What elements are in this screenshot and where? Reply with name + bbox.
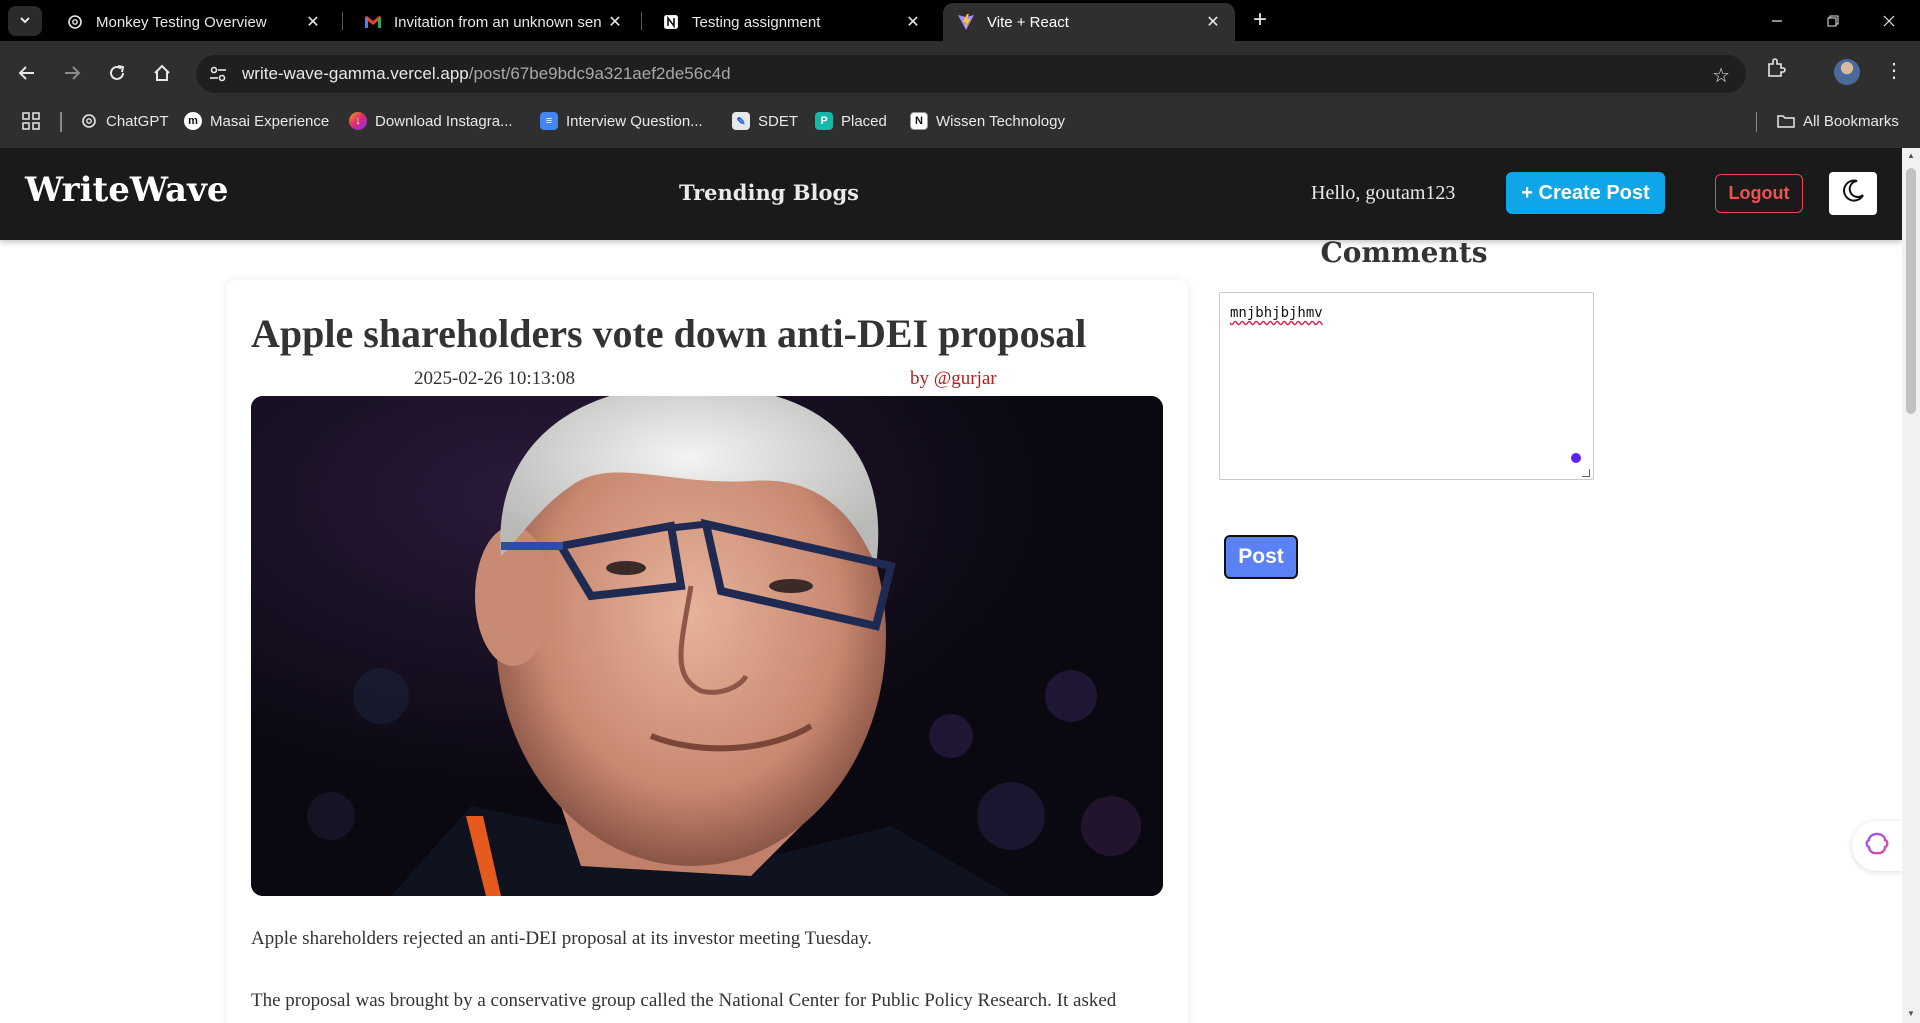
browser-toolbar: write-wave-gamma.vercel.app/post/67be9bd… [0, 41, 1920, 148]
post-paragraph: Apple shareholders rejected an anti-DEI … [251, 928, 872, 949]
post-date: 2025-02-26 10:13:08 [414, 368, 575, 389]
bookmark-placed[interactable]: P Placed [815, 110, 887, 132]
bookmarks-bar: ChatGPT m Masai Experience ↓ Download In… [0, 100, 1920, 140]
comments-title: Comments [1320, 236, 1488, 269]
bookmark-label: Wissen Technology [936, 112, 1065, 130]
close-icon[interactable]: ✕ [1203, 12, 1223, 32]
bookmark-label: All Bookmarks [1803, 112, 1899, 130]
home-icon [154, 64, 170, 81]
resize-handle[interactable] [1582, 469, 1590, 477]
bookmark-interview-questions[interactable]: ≡ Interview Question... [540, 110, 703, 132]
page-scrollbar[interactable]: ▲ ▼ [1902, 148, 1920, 1023]
arrow-right-icon [65, 66, 81, 80]
arrow-left-icon [18, 66, 34, 80]
new-tab-button[interactable]: + [1245, 6, 1275, 36]
tab-testing-assignment[interactable]: Testing assignment ✕ [648, 3, 935, 41]
url-path: /post/67be9bdc9a321aef2de56c4d [468, 64, 731, 83]
url-text[interactable]: write-wave-gamma.vercel.app/post/67be9bd… [242, 64, 731, 84]
forward-button[interactable] [55, 56, 89, 90]
post-author[interactable]: by @gurjar [910, 368, 997, 390]
notepad-icon: ✎ [732, 112, 750, 130]
web-page: WriteWave Trending Blogs Hello, goutam12… [0, 148, 1902, 1023]
reload-button[interactable] [100, 56, 134, 90]
placed-icon: P [815, 112, 833, 130]
brain-icon [1864, 831, 1890, 862]
post-card: Apple shareholders vote down anti-DEI pr… [226, 280, 1188, 1023]
notion-icon [662, 13, 680, 31]
instagram-icon: ↓ [349, 112, 367, 130]
tab-monkey-testing[interactable]: Monkey Testing Overview ✕ [52, 3, 335, 41]
logout-button[interactable]: Logout [1715, 174, 1803, 213]
comment-text: mnjbhjbjhmv [1230, 305, 1323, 321]
post-comment-button[interactable]: Post [1224, 535, 1298, 579]
theme-toggle-button[interactable] [1829, 172, 1877, 215]
openai-icon [66, 13, 84, 31]
tab-separator [342, 12, 343, 30]
tab-gmail-invitation[interactable]: Invitation from an unknown sen ✕ [350, 3, 637, 41]
site-logo[interactable]: WriteWave [25, 170, 228, 210]
all-bookmarks-button[interactable]: All Bookmarks [1777, 110, 1899, 132]
apps-grid-icon[interactable] [22, 112, 40, 135]
bookmark-star-icon[interactable]: ☆ [1712, 63, 1730, 88]
user-greeting: Hello, goutam123 [1311, 182, 1456, 204]
create-post-button[interactable]: + Create Post [1506, 172, 1665, 214]
brain-extension-button[interactable] [1852, 821, 1902, 871]
site-navbar: WriteWave Trending Blogs Hello, goutam12… [0, 148, 1902, 240]
back-button[interactable] [10, 56, 44, 90]
bookmark-label: ChatGPT [106, 112, 169, 130]
bookmark-instagram[interactable]: ↓ Download Instagra... [349, 110, 513, 132]
post-image [251, 396, 1163, 896]
browser-tab-bar: Monkey Testing Overview ✕ Invitation fro… [0, 0, 1920, 41]
tab-title: Invitation from an unknown sen [394, 13, 602, 31]
comment-textarea[interactable]: mnjbhjbjhmv [1219, 292, 1594, 480]
close-icon[interactable]: ✕ [303, 12, 323, 32]
bookmark-separator [60, 112, 62, 132]
docs-icon: ≡ [540, 112, 558, 130]
close-icon[interactable]: ✕ [903, 12, 923, 32]
tab-search-button[interactable] [8, 6, 42, 36]
url-host: write-wave-gamma.vercel.app [242, 64, 469, 83]
bookmark-separator [1756, 112, 1757, 132]
close-window-button[interactable] [1861, 0, 1917, 41]
bookmark-label: Interview Question... [566, 112, 703, 130]
address-bar[interactable]: write-wave-gamma.vercel.app/post/67be9bd… [196, 55, 1746, 93]
bookmark-masai[interactable]: m Masai Experience [184, 110, 329, 132]
site-settings-icon[interactable] [208, 64, 228, 84]
home-button[interactable] [145, 56, 179, 90]
vite-icon [957, 13, 975, 31]
openai-icon [80, 112, 98, 130]
bookmark-label: Download Instagra... [375, 112, 513, 130]
scroll-down-icon[interactable]: ▼ [1906, 1010, 1916, 1018]
bookmark-label: Masai Experience [210, 112, 330, 130]
bookmark-chatgpt[interactable]: ChatGPT [80, 110, 169, 132]
grammar-assistant-icon[interactable] [1571, 453, 1581, 463]
trending-blogs-link[interactable]: Trending Blogs [679, 180, 859, 205]
tab-title: Monkey Testing Overview [96, 13, 267, 31]
scroll-up-icon[interactable]: ▲ [1906, 152, 1916, 160]
close-icon[interactable]: ✕ [605, 12, 625, 32]
bookmark-label: SDET [758, 112, 799, 130]
tab-vite-react[interactable]: Vite + React ✕ [943, 3, 1235, 41]
scroll-thumb[interactable] [1906, 168, 1916, 414]
minimize-button[interactable] [1749, 0, 1805, 41]
masai-icon: m [184, 112, 202, 130]
chevron-down-icon [18, 13, 32, 30]
reload-icon [110, 65, 125, 80]
folder-icon [1777, 112, 1795, 130]
moon-icon [1840, 178, 1866, 209]
tab-title: Vite + React [987, 13, 1069, 31]
bookmark-sdet[interactable]: ✎ SDET [732, 110, 798, 132]
notion-icon: N [910, 112, 928, 130]
post-paragraph: The proposal was brought by a conservati… [251, 990, 1117, 1011]
gmail-icon [364, 13, 382, 31]
tab-title: Testing assignment [692, 13, 821, 31]
profile-avatar[interactable] [1834, 59, 1860, 85]
extensions-icon[interactable] [1765, 57, 1787, 84]
restore-button[interactable] [1805, 0, 1861, 41]
bookmark-label: Placed [841, 112, 887, 130]
tab-separator [641, 12, 642, 30]
browser-menu-icon[interactable]: ⋮ [1884, 56, 1904, 86]
post-title: Apple shareholders vote down anti-DEI pr… [251, 311, 1087, 356]
bookmark-wissen[interactable]: N Wissen Technology [910, 110, 1065, 132]
